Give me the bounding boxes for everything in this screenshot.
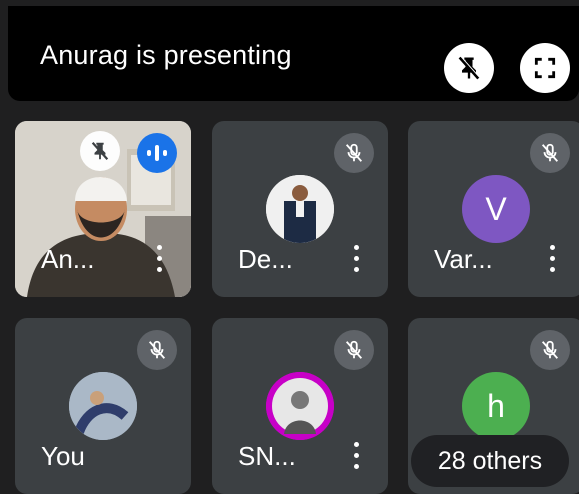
- avatar: [69, 372, 137, 440]
- fullscreen-button[interactable]: [520, 43, 570, 93]
- presenting-bar: Anurag is presenting: [8, 6, 579, 101]
- avatar-photo: [69, 372, 137, 440]
- unpin-button[interactable]: [444, 43, 494, 93]
- avatar-photo: [266, 175, 334, 243]
- unpin-icon: [91, 142, 109, 160]
- presenting-label: Anurag is presenting: [40, 40, 292, 70]
- speaking-icon: [147, 145, 167, 161]
- mic-off-icon: [541, 143, 559, 162]
- participant-name: SN...: [238, 441, 296, 471]
- mic-off-icon: [345, 143, 363, 162]
- mic-off-icon: [148, 340, 166, 359]
- pinned-badge: [80, 131, 120, 171]
- participant-tile-anurag[interactable]: An...: [15, 121, 191, 297]
- mic-off-icon: [345, 340, 363, 359]
- mic-off-indicator: [137, 330, 177, 370]
- participant-tile-sn[interactable]: SN...: [212, 318, 388, 494]
- mic-off-indicator: [530, 330, 570, 370]
- mic-off-indicator: [334, 330, 374, 370]
- unpin-icon: [458, 56, 480, 80]
- avatar: [266, 372, 334, 440]
- mic-off-icon: [541, 340, 559, 359]
- speaking-indicator: [137, 133, 177, 173]
- mic-off-indicator: [334, 133, 374, 173]
- avatar: [266, 175, 334, 243]
- avatar-photo: [266, 372, 334, 440]
- participant-tile-de[interactable]: De...: [212, 121, 388, 297]
- mic-off-indicator: [530, 133, 570, 173]
- more-options-button[interactable]: [352, 442, 360, 472]
- more-options-button[interactable]: [155, 245, 163, 275]
- participant-name: You: [41, 441, 85, 471]
- participant-tile-var[interactable]: V Var...: [408, 121, 579, 297]
- participant-name: Var...: [434, 244, 493, 274]
- meeting-view: Anurag is presenting An... De... V Var..…: [0, 0, 579, 494]
- participant-name: De...: [238, 244, 293, 274]
- participant-name: An...: [41, 244, 95, 274]
- avatar-initial: V: [462, 175, 530, 243]
- participant-tile-you[interactable]: You: [15, 318, 191, 494]
- more-options-button[interactable]: [352, 245, 360, 275]
- others-button[interactable]: 28 others: [411, 435, 569, 487]
- fullscreen-icon: [534, 57, 556, 79]
- more-options-button[interactable]: [548, 245, 556, 275]
- avatar-initial: h: [462, 372, 530, 440]
